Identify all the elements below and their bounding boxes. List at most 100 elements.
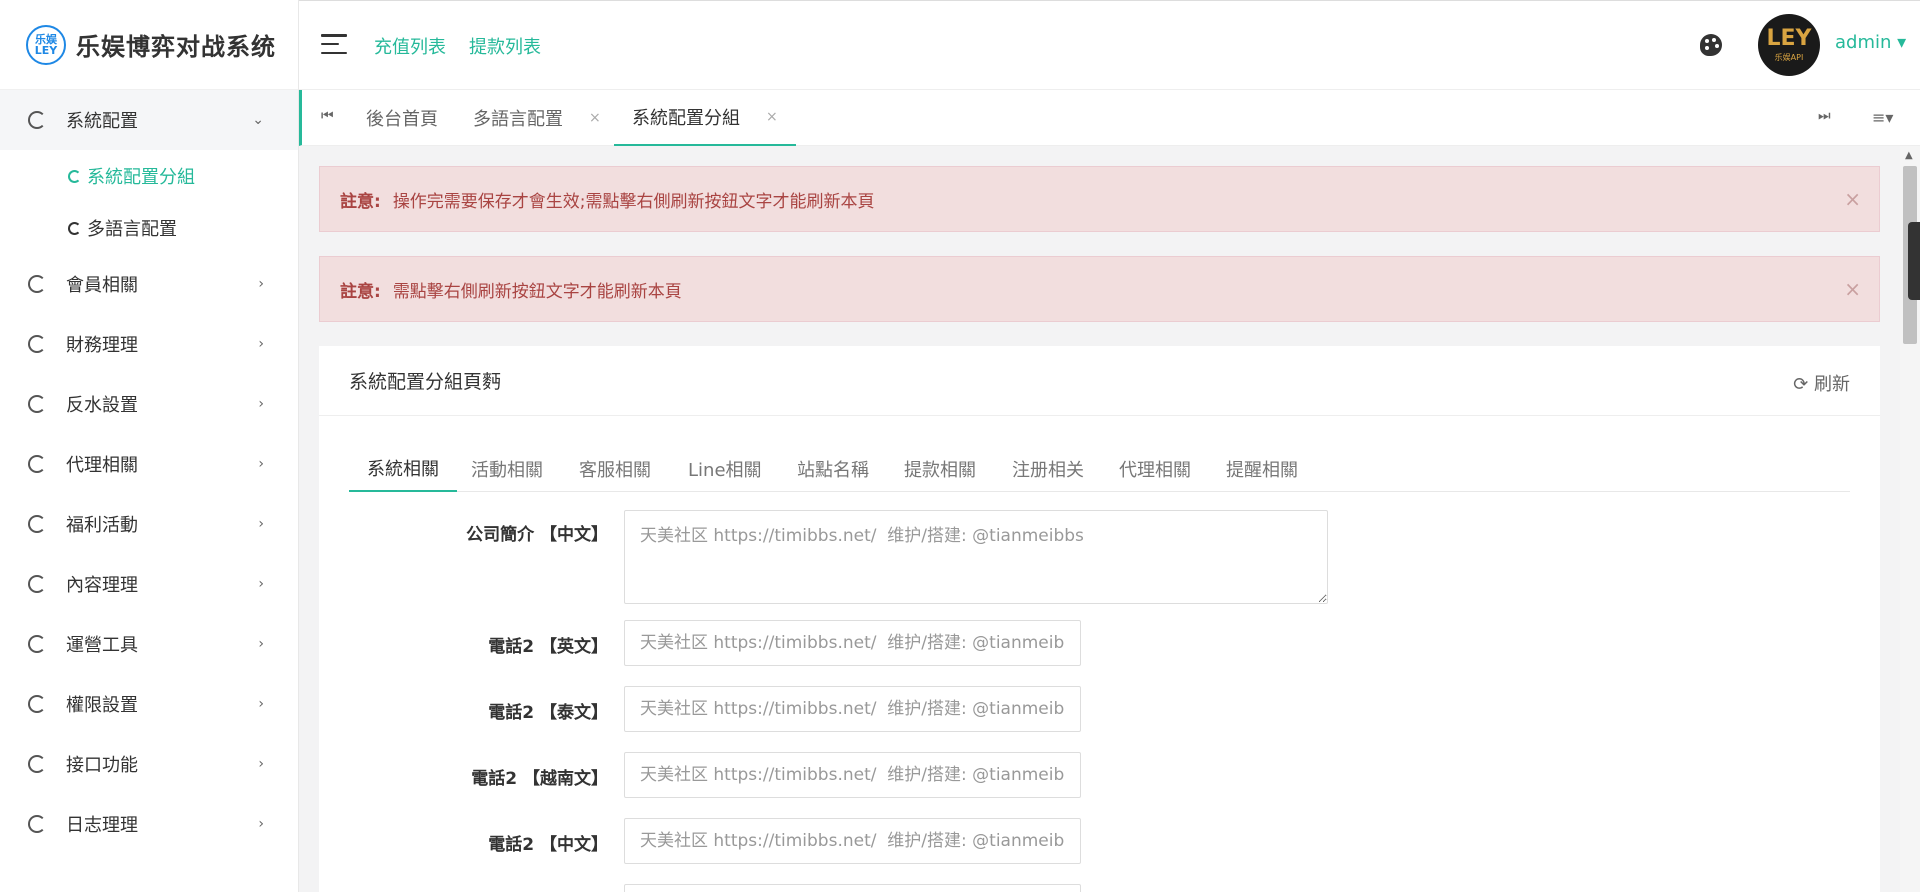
chevron-right-icon: ›: [258, 276, 264, 292]
main-content: 註意: 操作完需要保存才會生效;需點擊右側刷新按鈕文字才能刷新本頁 × 註意: …: [299, 146, 1920, 892]
sidebar-menu: 系統配置 ⌄ 系統配置分組 多語言配置 會員相關 › 財務理理 › 反水設置 ›…: [0, 90, 298, 854]
submenu-circle-icon: [68, 221, 81, 235]
panel-title: 系統配置分組頁麪: [349, 371, 502, 393]
alert-text: 操作完需要保存才會生效;需點擊右側刷新按鈕文字才能刷新本頁: [392, 191, 875, 212]
menu-circle-icon: [28, 455, 46, 473]
sidebar-item-label: 會員相關: [66, 275, 138, 296]
side-floating-widget[interactable]: [1908, 222, 1920, 300]
subtab-system[interactable]: 系統相關: [349, 446, 457, 492]
chevron-right-icon: ›: [258, 336, 264, 352]
menu-circle-icon: [28, 111, 46, 129]
menu-circle-icon: [28, 395, 46, 413]
chevron-down-icon: ⌄: [252, 112, 264, 128]
sidebar-item-label: 內容理理: [66, 575, 138, 596]
alert-save-notice: 註意: 操作完需要保存才會生效;需點擊右側刷新按鈕文字才能刷新本頁 ×: [319, 166, 1880, 232]
sidebar-item-system-config[interactable]: 系統配置 ⌄: [0, 90, 298, 150]
menu-circle-icon: [28, 815, 46, 833]
chevron-right-icon: ›: [258, 516, 264, 532]
top-header: 充值列表 提款列表 LEY 乐娱API admin ▾: [299, 0, 1920, 90]
sidebar-item-label: 財務理理: [66, 335, 138, 356]
avatar[interactable]: LEY 乐娱API: [1758, 14, 1820, 76]
sidebar-item-label: 運營工具: [66, 635, 138, 656]
sidebar-item-label: 代理相關: [66, 455, 138, 476]
submenu-item-config-group[interactable]: 系統配置分組: [0, 150, 298, 202]
chevron-right-icon: ›: [258, 696, 264, 712]
menu-circle-icon: [28, 275, 46, 293]
alert-title: 註意:: [340, 281, 381, 302]
chevron-right-icon: ›: [258, 576, 264, 592]
menu-circle-icon: [28, 335, 46, 353]
subtab-site-name[interactable]: 站點名稱: [779, 446, 887, 492]
chevron-right-icon: ›: [258, 756, 264, 772]
sidebar-item-label: 系統配置: [66, 111, 138, 132]
sidebar-item-welfare[interactable]: 福利活動 ›: [0, 494, 298, 554]
sidebar-item-rebate[interactable]: 反水設置 ›: [0, 374, 298, 434]
panel-header: 系統配置分組頁麪 ⟳ 刷新: [319, 346, 1880, 416]
phone2-th-field[interactable]: [624, 686, 1081, 732]
close-icon[interactable]: ×: [589, 110, 601, 126]
hamburger-icon[interactable]: [321, 34, 347, 54]
subtab-agent[interactable]: 代理相關: [1101, 446, 1209, 492]
app: 乐娱 LEY 乐娱博弈对战系统 系統配置 ⌄ 系統配置分組 多語言配置 會員相關…: [0, 0, 1920, 892]
avatar-logo-text: LEY: [1766, 25, 1812, 51]
scroll-up-icon[interactable]: ▲: [1905, 150, 1913, 161]
chevron-right-icon: ›: [258, 396, 264, 412]
sidebar-item-operations[interactable]: 運營工具 ›: [0, 614, 298, 674]
recharge-list-link[interactable]: 充值列表: [374, 33, 446, 59]
chevron-right-icon: ›: [258, 816, 264, 832]
field-label: 電話2 【中文】: [488, 835, 608, 855]
menu-circle-icon: [28, 695, 46, 713]
sidebar-item-logs[interactable]: 日志理理 ›: [0, 794, 298, 854]
subtab-reminder[interactable]: 提醒相關: [1208, 446, 1316, 492]
brand-logo[interactable]: 乐娱 LEY 乐娱博弈对战系统: [0, 0, 298, 90]
withdraw-list-link[interactable]: 提款列表: [469, 33, 541, 59]
phone2-vi-field[interactable]: [624, 752, 1081, 798]
subtab-register[interactable]: 注册相关: [994, 446, 1102, 492]
tab-label: 後台首頁: [366, 109, 438, 130]
palette-icon[interactable]: [1700, 34, 1722, 56]
config-panel: 系統配置分組頁麪 ⟳ 刷新 系統相關 活動相關 客服相關 Line相關 站點名稱…: [319, 346, 1880, 892]
submenu-item-multilang[interactable]: 多語言配置: [0, 202, 298, 254]
phone2-en-field[interactable]: [624, 620, 1081, 666]
field-label: 電話2 【泰文】: [488, 703, 608, 723]
company-intro-cn-field[interactable]: [624, 510, 1328, 604]
first-page-icon[interactable]: ⏮: [321, 108, 334, 124]
tab-config-group[interactable]: 系統配置分組 ×: [614, 90, 796, 146]
sidebar-item-label: 福利活動: [66, 515, 138, 536]
next-field-partial[interactable]: [624, 884, 1081, 892]
sidebar-item-label: 反水設置: [66, 395, 138, 416]
field-label: 公司簡介 【中文】: [466, 525, 608, 545]
subtab-withdraw[interactable]: 提款相關: [886, 446, 994, 492]
sidebar-item-label: 接口功能: [66, 755, 138, 776]
field-label: 電話2 【越南文】: [471, 769, 608, 789]
sidebar-item-permissions[interactable]: 權限設置 ›: [0, 674, 298, 734]
sidebar-item-member[interactable]: 會員相關 ›: [0, 254, 298, 314]
submenu-item-label: 系統配置分組: [87, 167, 195, 188]
tab-dashboard[interactable]: 後台首頁: [366, 90, 438, 146]
sidebar-item-label: 權限設置: [66, 695, 138, 716]
sidebar-item-content[interactable]: 內容理理 ›: [0, 554, 298, 614]
alert-refresh-notice: 註意: 需點擊右側刷新按鈕文字才能刷新本頁 ×: [319, 256, 1880, 322]
sidebar-item-api[interactable]: 接口功能 ›: [0, 734, 298, 794]
close-icon[interactable]: ×: [766, 109, 778, 125]
tab-multilang[interactable]: 多語言配置 ×: [473, 90, 601, 146]
last-page-icon[interactable]: ⏭: [1818, 108, 1831, 124]
sidebar-item-finance[interactable]: 財務理理 ›: [0, 314, 298, 374]
tab-label: 系統配置分組: [632, 108, 740, 129]
chevron-right-icon: ›: [258, 456, 264, 472]
menu-circle-icon: [28, 575, 46, 593]
phone2-cn-field[interactable]: [624, 818, 1081, 864]
sidebar-item-label: 日志理理: [66, 815, 138, 836]
sidebar-item-agent[interactable]: 代理相關 ›: [0, 434, 298, 494]
close-icon[interactable]: ×: [1844, 277, 1861, 301]
tab-menu-icon[interactable]: ≡▾: [1872, 108, 1893, 127]
subtab-line[interactable]: Line相關: [670, 446, 780, 492]
subtab-customer-service[interactable]: 客服相關: [561, 446, 669, 492]
user-menu-dropdown[interactable]: admin ▾: [1835, 32, 1906, 53]
submenu-circle-icon: [68, 169, 81, 183]
menu-circle-icon: [28, 755, 46, 773]
submenu-item-label: 多語言配置: [87, 219, 177, 240]
refresh-button[interactable]: ⟳ 刷新: [1793, 370, 1850, 396]
subtab-activity[interactable]: 活動相關: [453, 446, 561, 492]
close-icon[interactable]: ×: [1844, 187, 1861, 211]
